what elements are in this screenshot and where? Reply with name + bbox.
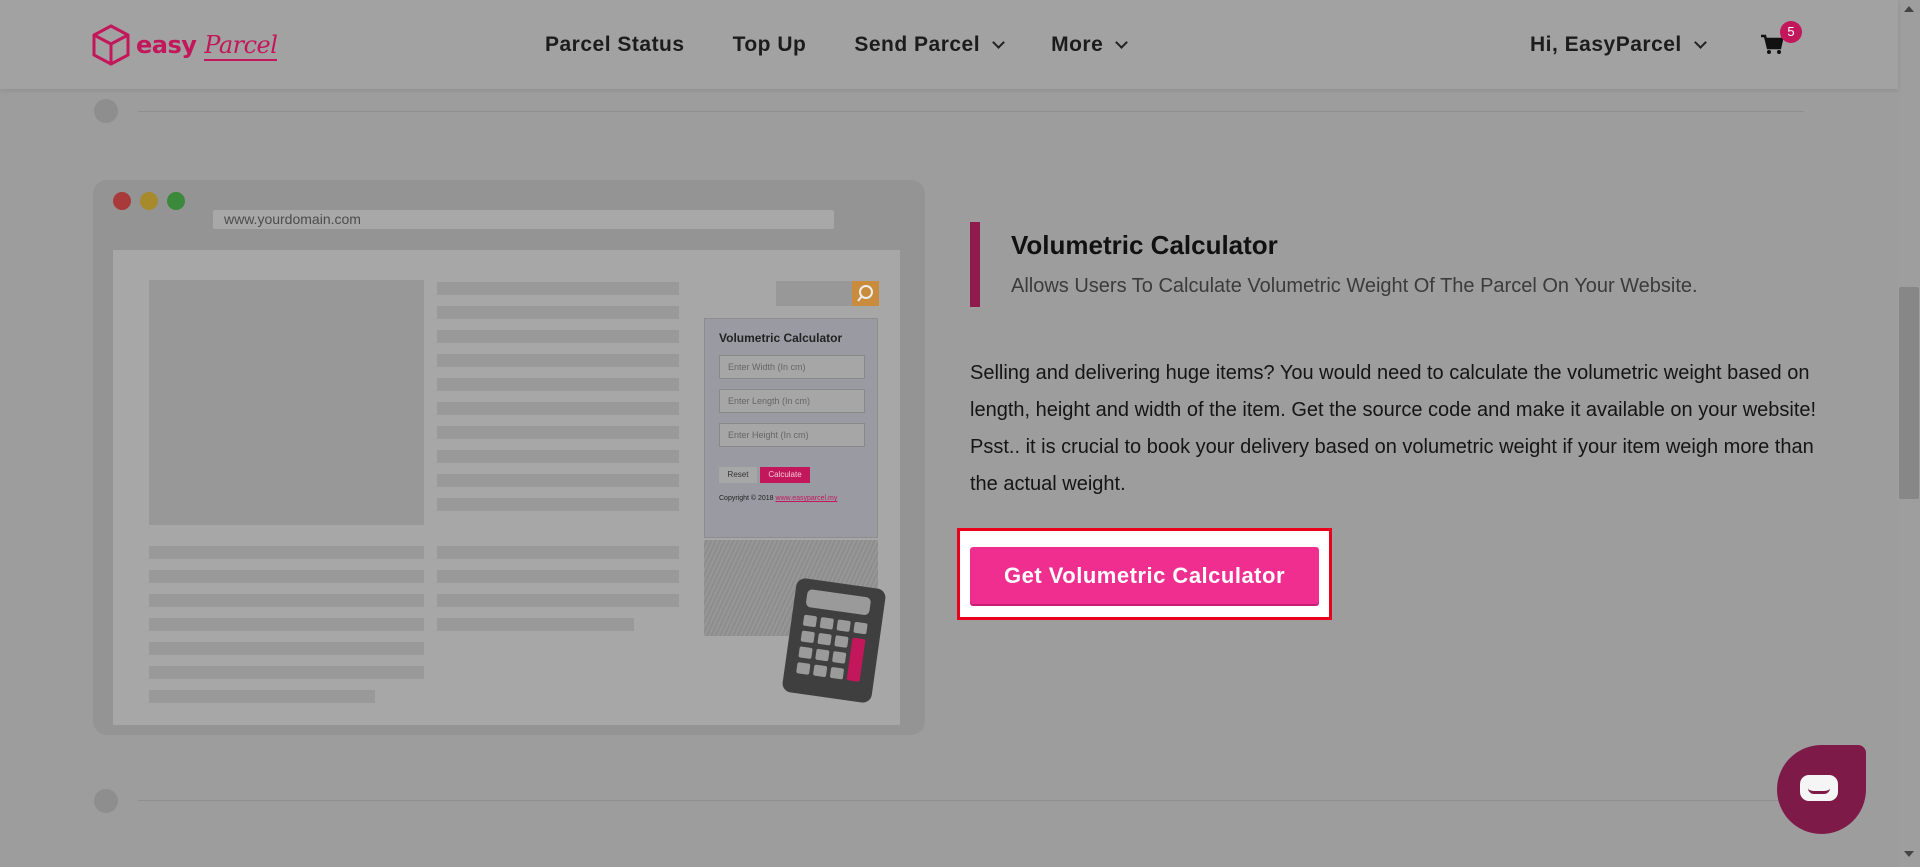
- chat-bubble-icon: [1800, 775, 1838, 801]
- image-placeholder: [149, 280, 424, 525]
- text-placeholder: [437, 450, 679, 463]
- scroll-up-arrow-icon[interactable]: [1904, 6, 1914, 12]
- text-placeholder: [437, 426, 679, 439]
- text-placeholder: [437, 330, 679, 343]
- section-description: Selling and delivering huge items? You w…: [970, 362, 1817, 495]
- timeline-dot: [94, 789, 118, 813]
- browser-content: Volumetric Calculator Enter Width (In cm…: [113, 250, 900, 725]
- text-placeholder: [149, 642, 424, 655]
- copyright-prefix: Copyright © 2018: [719, 495, 774, 502]
- chevron-down-icon: [1693, 35, 1707, 49]
- text-placeholder: [437, 498, 679, 511]
- nav-label: Parcel Status: [545, 33, 685, 56]
- get-volumetric-calculator-button[interactable]: Get Volumetric Calculator: [970, 547, 1319, 604]
- section-divider: [138, 800, 1804, 801]
- easyparcel-logo[interactable]: easy Parcel: [92, 24, 278, 66]
- copyright-link: www.easyparcel.my: [775, 495, 838, 502]
- widget-width-field: Enter Width (In cm): [719, 355, 865, 379]
- section-subtitle: Allows Users To Calculate Volumetric Wei…: [1011, 275, 1698, 297]
- text-placeholder: [437, 594, 679, 607]
- text-placeholder: [149, 618, 424, 631]
- url-bar: www.yourdomain.com: [213, 210, 834, 229]
- nav-send-parcel[interactable]: Send Parcel: [854, 33, 1005, 57]
- widget-copyright: Copyright © 2018 www.easyparcel.my: [719, 495, 837, 502]
- nav-parcel-status[interactable]: Parcel Status: [545, 33, 685, 57]
- text-placeholder: [437, 354, 679, 367]
- logo-text: easy: [136, 31, 197, 59]
- widget-length-field: Enter Length (In cm): [719, 389, 865, 413]
- text-placeholder: [149, 570, 424, 583]
- widget-title: Volumetric Calculator: [719, 331, 843, 345]
- text-placeholder: [437, 546, 679, 559]
- text-placeholder: [437, 570, 679, 583]
- text-placeholder: [437, 306, 679, 319]
- nav-label: Top Up: [732, 33, 807, 56]
- scrollbar-thumb[interactable]: [1899, 287, 1919, 499]
- widget-reset-button: Reset: [719, 467, 757, 483]
- chevron-down-icon: [992, 35, 1005, 49]
- text-placeholder: [437, 474, 679, 487]
- nav-label: Send Parcel: [854, 33, 981, 56]
- cart-count-badge: 5: [1780, 21, 1802, 43]
- minimize-dot-icon: [140, 192, 158, 210]
- widget-calculate-button: Calculate: [760, 467, 810, 483]
- close-dot-icon: [113, 192, 131, 210]
- chevron-down-icon: [1115, 35, 1129, 49]
- scroll-down-arrow-icon[interactable]: [1904, 851, 1914, 857]
- user-menu[interactable]: Hi, EasyParcel: [1530, 33, 1707, 57]
- nav-more[interactable]: More: [1051, 33, 1129, 57]
- mock-search-box: [776, 281, 852, 306]
- text-placeholder: [437, 402, 679, 415]
- chat-widget-button[interactable]: [1777, 745, 1866, 834]
- maximize-dot-icon: [167, 192, 185, 210]
- search-icon: [852, 281, 879, 306]
- text-placeholder: [437, 618, 634, 631]
- title-accent-bar: [970, 222, 980, 307]
- text-placeholder: [437, 378, 679, 391]
- calculator-icon: [781, 577, 887, 704]
- text-placeholder: [149, 690, 375, 703]
- nav-label: More: [1051, 33, 1104, 56]
- parcel-box-icon: [92, 24, 130, 66]
- calculator-widget-mock: Volumetric Calculator Enter Width (In cm…: [704, 318, 878, 538]
- site-header: easy Parcel Parcel Status Top Up Send Pa…: [0, 0, 1898, 89]
- nav-top-up[interactable]: Top Up: [733, 33, 807, 57]
- timeline-dot: [94, 99, 118, 123]
- user-greeting: Hi, EasyParcel: [1530, 33, 1682, 56]
- text-placeholder: [149, 594, 424, 607]
- main-nav: Parcel Status Top Up Send Parcel More: [545, 33, 1129, 57]
- text-placeholder: [149, 666, 424, 679]
- widget-height-field: Enter Height (In cm): [719, 423, 865, 447]
- section-title: Volumetric Calculator: [1011, 230, 1278, 260]
- website-illustration: www.yourdomain.com Volumetric Calculator…: [93, 180, 925, 735]
- text-placeholder: [149, 546, 424, 559]
- logo-script-text: Parcel: [204, 31, 278, 61]
- section-divider: [138, 111, 1804, 112]
- text-placeholder: [437, 282, 679, 295]
